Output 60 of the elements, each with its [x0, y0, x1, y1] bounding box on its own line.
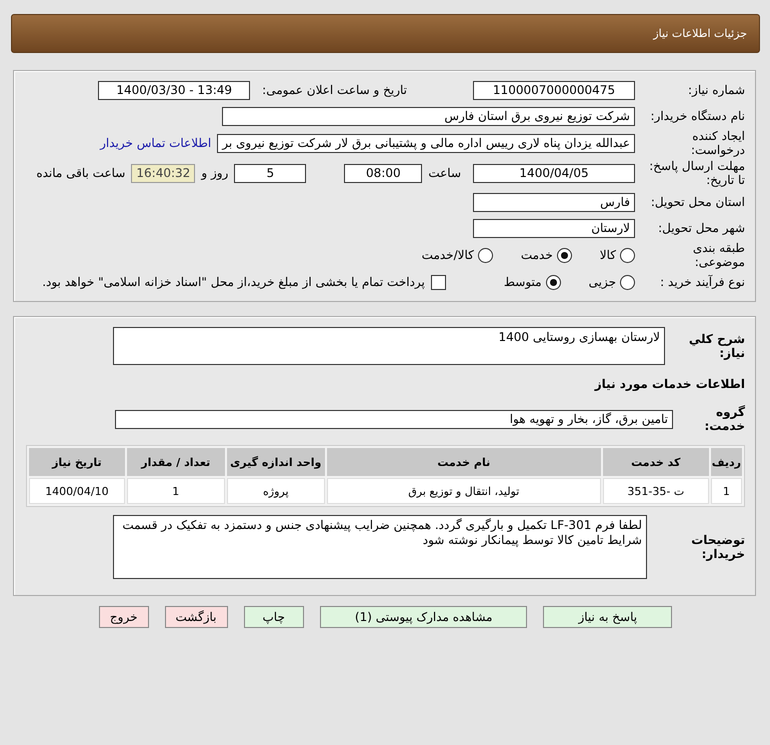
- table-cell: تولید، انتقال و توزیع برق: [326, 478, 601, 504]
- column-header: کد خدمت: [602, 448, 709, 476]
- field-label: توضیحات خریدار:: [690, 533, 745, 561]
- action-button[interactable]: خروج: [98, 606, 148, 628]
- notes-box[interactable]: لطفا فرم LF-301 تکمیل و بارگیری گردد. همچنین ضرایب پیشنهادی جنس و دستمزد به تفکیک در قسمت شرایط تامین کالا توسط پیمانکار نوشته شود: [113, 515, 647, 579]
- radio-button[interactable]: [478, 248, 493, 262]
- input-field[interactable]: عبدالله یزدان پناه لاری رییس اداره مالی و پشتیبانی برق لار شرکت توزیع نیروی بر: [217, 134, 635, 152]
- field-label: شهر محل تحویل:: [657, 221, 745, 235]
- option-label: کالا/خدمت: [422, 248, 474, 262]
- input-field[interactable]: لارستان: [473, 218, 635, 238]
- column-header: نام خدمت: [326, 448, 601, 476]
- input-field[interactable]: 08:00: [344, 164, 422, 182]
- header-title: جزئیات اطلاعات نیاز: [653, 27, 747, 40]
- field-label: طبقه بندی موضوعی:: [692, 241, 745, 269]
- input-field[interactable]: تامین برق، گاز، بخار و تهویه هوا: [115, 410, 673, 428]
- field-label: ساعت باقی مانده: [36, 166, 126, 180]
- countdown-display: 16:40:32: [131, 164, 196, 182]
- table-cell: 1: [710, 478, 742, 504]
- column-header: تاریخ نیاز: [29, 448, 125, 476]
- option-label: جزیی: [588, 275, 616, 289]
- action-button[interactable]: بازگشت: [164, 606, 228, 628]
- input-field[interactable]: 1400/03/30 - 13:49: [98, 80, 250, 100]
- input-field[interactable]: فارس: [473, 192, 635, 212]
- action-button[interactable]: مشاهده مدارک پیوستی (1): [320, 606, 528, 628]
- option-label: خدمت: [520, 248, 553, 262]
- field-label: مهلت ارسال پاسخ: تا تاریخ:: [648, 159, 745, 187]
- option-label: متوسط: [504, 275, 542, 289]
- field-label: گروه خدمت:: [703, 405, 745, 433]
- input-field[interactable]: 1400/04/05: [473, 164, 635, 182]
- contact-link[interactable]: اطلاعات تماس خریدار: [100, 136, 212, 150]
- radio-button[interactable]: [546, 274, 561, 290]
- section-heading: اطلاعات خدمات مورد نیاز: [593, 377, 745, 391]
- checkbox[interactable]: [430, 274, 446, 290]
- column-header: واحد اندازه گیری: [226, 448, 325, 476]
- field-label: نام دستگاه خریدار:: [650, 109, 745, 123]
- column-header: تعداد / مقدار: [126, 448, 225, 476]
- input-field[interactable]: 1100007000000475: [473, 80, 635, 100]
- description-box[interactable]: لارستان بهسازی روستایی 1400: [113, 327, 665, 365]
- radio-button[interactable]: [620, 274, 635, 290]
- table-cell: 1: [126, 478, 225, 504]
- column-header: ردیف: [710, 448, 742, 476]
- option-label: کالا: [600, 248, 616, 262]
- field-label: ساعت: [428, 166, 461, 180]
- input-field[interactable]: 5: [234, 164, 306, 182]
- field-label: ایجاد کننده درخواست:: [690, 129, 745, 157]
- radio-button[interactable]: [620, 248, 635, 262]
- action-button[interactable]: پاسخ به نیاز: [543, 606, 672, 628]
- field-label: استان محل تحویل:: [650, 195, 745, 209]
- field-label: روز و: [201, 166, 228, 180]
- field-label: شماره نیاز:: [687, 83, 745, 97]
- table-cell: پروژه: [226, 478, 325, 504]
- checkbox-label: پرداخت تمام یا بخشی از مبلغ خرید،از محل "اسناد خزانه اسلامی" خواهد بود.: [42, 275, 425, 289]
- table-cell: 1400/04/10: [29, 478, 125, 504]
- field-label: شرح کلي نیاز:: [688, 332, 745, 360]
- field-label: تاریخ و ساعت اعلان عمومی:: [262, 83, 407, 97]
- input-field[interactable]: شرکت توزیع نیروی برق استان فارس: [222, 106, 635, 126]
- radio-button[interactable]: [556, 248, 572, 262]
- table-cell: ت -35-351: [602, 478, 709, 504]
- field-label: نوع فرآیند خرید :: [659, 275, 745, 289]
- action-button[interactable]: چاپ: [244, 606, 304, 628]
